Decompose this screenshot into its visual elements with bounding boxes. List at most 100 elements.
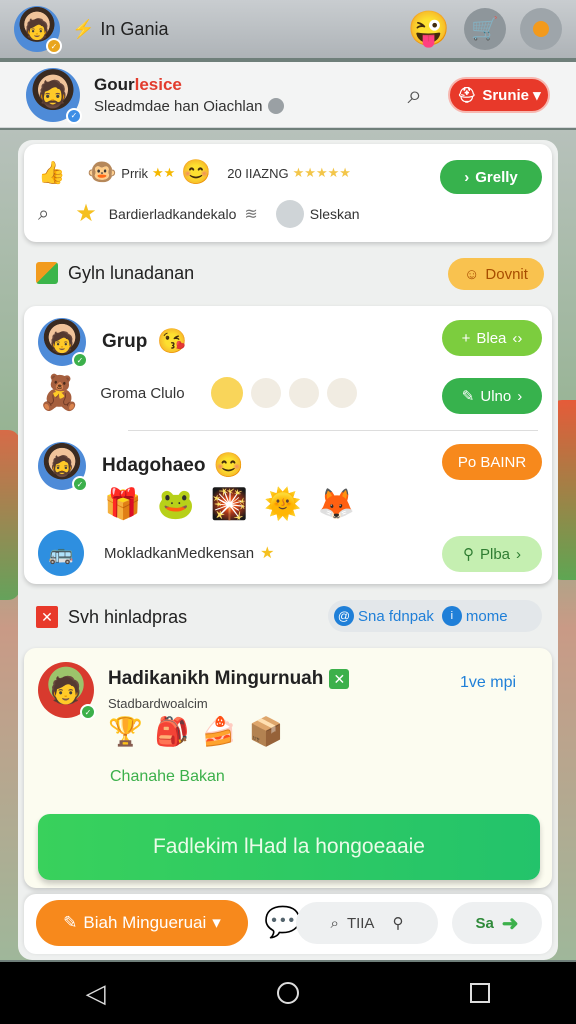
smile-icon: ☺ xyxy=(464,265,480,283)
pencil-icon: ✎ xyxy=(461,388,475,405)
home-icon[interactable] xyxy=(276,982,299,1004)
search-text: Bardierladkandekalo xyxy=(108,206,237,222)
lightning-icon: ⚡ xyxy=(72,18,95,39)
app-title-text: In Gania xyxy=(100,18,169,39)
close-box-icon[interactable]: ✕ xyxy=(36,606,58,628)
section-action-button[interactable]: ☺ Dovnit xyxy=(448,258,544,290)
online-badge-icon: ✓ xyxy=(72,352,88,368)
section-header-shared: ✕ Svh hinladpras xyxy=(36,606,187,628)
avatar-face-icon: 🧑 xyxy=(49,674,83,705)
chip1-label: Sna fdnpak xyxy=(358,607,434,625)
row3-action-label: Po BAINR xyxy=(457,453,527,471)
gift-box-icon: 🎁 xyxy=(104,488,142,521)
placeholder-icon-3 xyxy=(326,378,357,408)
user-subtitle-text: Sleadmdae han Oiachlan xyxy=(94,97,263,115)
like-icon[interactable]: 👍 xyxy=(38,160,65,186)
chip2-label: mome xyxy=(465,607,508,625)
label-b: 20 IIAZNG xyxy=(227,165,289,181)
user-avatar[interactable]: 🧔 ✓ xyxy=(26,67,82,124)
monkey-icon: 🐵 xyxy=(87,159,118,186)
tag-chip[interactable]: ⌕ TIIA ⚲ xyxy=(296,902,438,944)
check-box-icon: ✕ xyxy=(329,669,350,689)
avatar-face-icon: 🧔 xyxy=(49,455,75,478)
recents-icon[interactable] xyxy=(470,983,491,1003)
row1-title: Grup xyxy=(102,331,148,352)
frog-icon: 🐸 xyxy=(157,488,195,521)
search-icon[interactable]: ⌕ xyxy=(38,203,49,226)
leaf-icon: ⚲ xyxy=(462,546,474,563)
main-cta-label: Fadlekim lHad la hongoeaaie xyxy=(152,835,425,858)
row4-action-button[interactable]: ⚲ Plba › xyxy=(442,536,542,572)
sparkle-icon: 🎇 xyxy=(210,488,249,521)
row1-action-label: Blea xyxy=(476,329,507,347)
row2-label: Groma Clulo xyxy=(100,384,185,402)
profile-header: 🧔 ✓ Gourlesice Sleadmdae han Oiachlan ⌕ … xyxy=(0,62,576,128)
header-action-button[interactable]: ⛑ Srunie ▾ xyxy=(448,76,550,113)
search-icon: ⌕ xyxy=(330,914,339,932)
code-icon: ‹› xyxy=(512,329,523,347)
chevron-down-icon: ▾ xyxy=(212,913,221,932)
at-icon: @ xyxy=(334,606,354,626)
emoji-reaction-icon[interactable]: 😜 xyxy=(408,8,450,50)
info-dot-icon: i xyxy=(441,606,462,626)
pencil-icon: ✎ xyxy=(63,913,78,932)
group-card: 🧑 ✓ Grup 😘 + Blea ‹› 🧸 Groma Clulo ✎ Uln… xyxy=(24,306,552,584)
app-title: ⚡ In Gania xyxy=(72,19,168,40)
avatar-face-icon: 🧑 xyxy=(49,331,75,354)
profile-avatar[interactable]: 🧑 ✓ xyxy=(14,6,62,54)
online-badge-icon: ✓ xyxy=(72,476,88,492)
row3-title: Hdagohaeo xyxy=(102,455,206,476)
row1-action-button[interactable]: + Blea ‹› xyxy=(442,320,542,356)
primary-action-button[interactable]: › Grelly xyxy=(440,160,542,194)
row4-action-label: Plba xyxy=(479,545,511,563)
section-header-groups: Gyln lunadanan xyxy=(36,262,194,284)
row2-action-button[interactable]: ✎ Ulno › xyxy=(442,378,542,414)
bottom-primary-button[interactable]: ✎ Biah Mingueruai ▾ xyxy=(36,900,248,946)
feature-avatar[interactable]: 🧑 ✓ xyxy=(38,662,96,720)
bottom-primary-label: Biah Mingueruai xyxy=(83,913,207,932)
gift-icon: 🍰 xyxy=(201,716,237,747)
treasure-icon: 🦊 xyxy=(317,488,355,521)
trophy-icon: 🏆 xyxy=(108,716,143,747)
next-button[interactable]: Sa ➜ xyxy=(452,902,542,944)
sun-face-icon: 🌞 xyxy=(264,488,302,521)
feature-tag[interactable]: 1ve mpi xyxy=(460,674,516,692)
stars-icon: ★★ xyxy=(152,165,176,180)
verified-badge-icon: ✓ xyxy=(66,107,82,124)
rating-stars-icon: ★★★★★ xyxy=(292,165,351,180)
chevron-right-icon: › xyxy=(464,168,470,186)
member-avatar[interactable]: 🧔 ✓ xyxy=(38,442,88,492)
bottom-action-bar: ✎ Biah Mingueruai ▾ 💬 ⌕ TIIA ⚲ Sa ➜ xyxy=(24,894,552,954)
star-icon: ★ xyxy=(260,545,275,562)
main-cta-button[interactable]: Fadlekim lHad la hongoeaaie xyxy=(38,814,540,880)
layers-icon: ≋ xyxy=(244,206,258,223)
info-icon[interactable] xyxy=(268,98,285,114)
back-icon[interactable]: ◁ xyxy=(86,978,106,1009)
summary-card: 👍 🐵 Prrik ★★ 😊 20 IIAZNG ★★★★★ › Grelly … xyxy=(24,144,552,242)
group-avatar[interactable]: 🧑 ✓ xyxy=(38,318,88,368)
star-icon: ★ xyxy=(75,200,97,227)
avatar-face-icon: 🧔 xyxy=(36,79,70,109)
chip-label[interactable]: Sleskan xyxy=(310,206,360,222)
chip-sna[interactable]: @ Sna fdnpak xyxy=(334,606,434,626)
user-name: Gourlesice xyxy=(94,75,284,95)
section2-chips: @ Sna fdnpak i mome xyxy=(328,600,542,632)
chevron-right-icon: › xyxy=(516,545,522,563)
next-label: Sa xyxy=(475,914,494,932)
box-icon: 📦 xyxy=(248,716,284,747)
chip-mome[interactable]: i mome xyxy=(441,606,508,626)
placeholder-icon-2 xyxy=(288,378,319,408)
game-pieces-icon: 🧸 xyxy=(38,374,81,412)
game-cart-icon[interactable]: 🛒 xyxy=(464,8,506,50)
background-decoration-left xyxy=(0,430,20,600)
verified-badge-icon: ✓ xyxy=(46,38,62,54)
package-icon: 🎒 xyxy=(154,716,190,747)
row3-action-button[interactable]: Po BAINR xyxy=(442,444,542,480)
user-name-prefix: Gour xyxy=(94,74,135,94)
user-name-suffix: lesice xyxy=(134,74,182,94)
feature-title: Hadikanikh Mingurnuah xyxy=(108,668,324,689)
feature-link[interactable]: Chanahe Bakan xyxy=(110,768,225,786)
search-icon[interactable]: ⌕ xyxy=(407,79,422,111)
arrow-right-icon: ➜ xyxy=(501,912,519,935)
notification-dot-icon[interactable] xyxy=(520,8,562,50)
